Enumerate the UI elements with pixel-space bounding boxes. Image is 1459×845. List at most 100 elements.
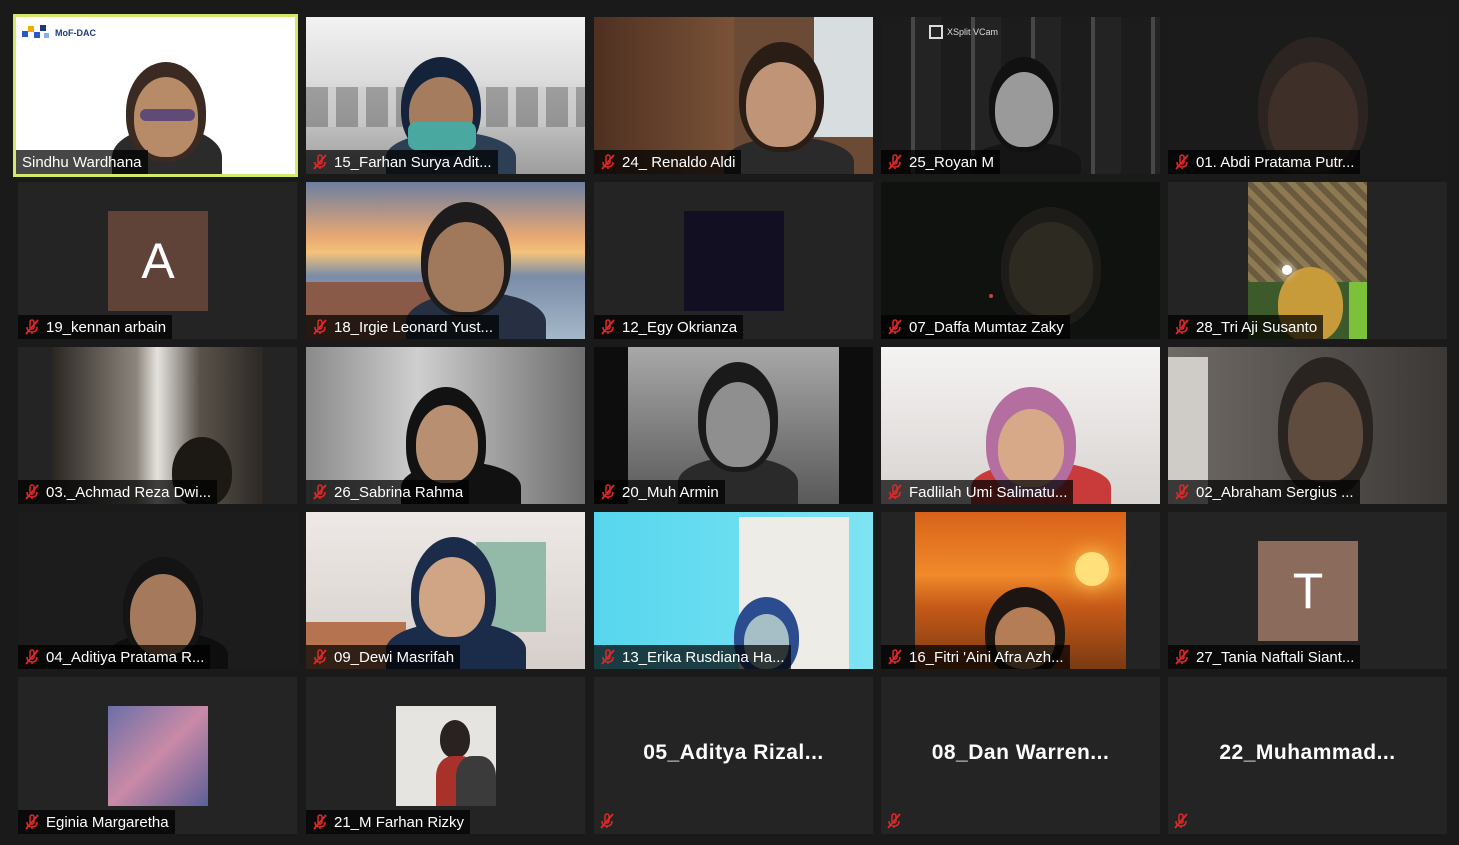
participant-namebar: 12_Egy Okrianza [594, 315, 744, 339]
participant-namebar: 07_Daffa Mumtaz Zaky [881, 315, 1070, 339]
participant-namebar: 20_Muh Armin [594, 480, 725, 504]
participant-tile[interactable]: 20_Muh Armin [594, 347, 873, 504]
participant-tile-sindhu[interactable]: MoF-DAC Sindhu Wardhana [13, 14, 298, 177]
participant-namebar: 09_Dewi Masrifah [306, 645, 461, 669]
participant-name: 20_Muh Armin [622, 483, 719, 501]
participant-tile[interactable]: 16_Fitri 'Aini Afra Azh... [881, 512, 1160, 669]
mic-muted-icon [1175, 484, 1189, 500]
avatar: T [1258, 541, 1358, 641]
mic-muted-icon [313, 154, 327, 170]
mic-muted-icon [25, 814, 39, 830]
mic-muted-icon [1175, 319, 1189, 335]
participant-tile[interactable]: 28_Tri Aji Susanto [1168, 182, 1447, 339]
participant-namebar: Fadlilah Umi Salimatu... [881, 480, 1074, 504]
avatar-letter: A [141, 233, 175, 289]
mic-muted-icon [601, 319, 615, 335]
avatar [396, 706, 496, 806]
participant-name: 02_Abraham Sergius ... [1196, 483, 1354, 501]
participant-name: 28_Tri Aji Susanto [1196, 318, 1318, 336]
mic-muted-icon [1175, 154, 1189, 170]
participant-tile[interactable]: A 19_kennan arbain [18, 182, 297, 339]
participant-name: 25_Royan M [909, 153, 995, 171]
participant-namebar: 18_Irgie Leonard Yust... [306, 315, 500, 339]
participant-name: 21_M Farhan Rizky [334, 813, 465, 831]
participant-name: 19_kennan arbain [46, 318, 167, 336]
participant-name: 26_Sabrina Rahma [334, 483, 464, 501]
participant-namebar: 15_Farhan Surya Adit... [306, 150, 498, 174]
mic-muted-icon [888, 484, 902, 500]
participant-namebar: 25_Royan M [881, 150, 1001, 174]
mic-muted-icon [25, 319, 39, 335]
participant-name: 27_Tania Naftali Siant... [1196, 648, 1355, 666]
mic-muted-icon [313, 484, 327, 500]
participant-tile[interactable]: 05_Aditya Rizal... [594, 677, 873, 834]
participant-name: 12_Egy Okrianza [622, 318, 738, 336]
participant-name: 09_Dewi Masrifah [334, 648, 455, 666]
avatar-letter: T [1292, 563, 1324, 619]
participant-tile[interactable]: 03._Achmad Reza Dwi... [18, 347, 297, 504]
participant-tile[interactable]: Eginia Margaretha [18, 677, 297, 834]
participant-tile[interactable]: 12_Egy Okrianza [594, 182, 873, 339]
participant-tile[interactable]: 02_Abraham Sergius ... [1168, 347, 1447, 504]
participant-tile[interactable]: 07_Daffa Mumtaz Zaky [881, 182, 1160, 339]
participant-name: Eginia Margaretha [46, 813, 169, 831]
participant-namebar: Sindhu Wardhana [16, 150, 148, 174]
participant-tile[interactable]: 15_Farhan Surya Adit... [306, 17, 585, 174]
participant-tile[interactable]: XSplit VCam 25_Royan M [881, 17, 1160, 174]
mic-muted-icon [888, 154, 902, 170]
avatar [108, 706, 208, 806]
participant-tile[interactable]: 24_ Renaldo Aldi [594, 17, 873, 174]
mic-muted-icon [313, 814, 327, 830]
mic-muted-icon [1175, 649, 1189, 665]
participant-tile[interactable]: 21_M Farhan Rizky [306, 677, 585, 834]
gallery-view: MoF-DAC Sindhu Wardhana 15_Farhan Surya … [0, 0, 1459, 845]
participant-tile[interactable]: 08_Dan Warren... [881, 677, 1160, 834]
xsplit-vcam-badge: XSplit VCam [929, 25, 998, 39]
mic-muted-icon [888, 319, 902, 335]
participant-name: 04_Aditiya Pratama R... [46, 648, 205, 666]
mic-muted-icon [313, 649, 327, 665]
participant-name: 16_Fitri 'Aini Afra Azh... [909, 648, 1064, 666]
participant-name: 01. Abdi Pratama Putr... [1196, 153, 1355, 171]
participant-name: Fadlilah Umi Salimatu... [909, 483, 1068, 501]
logo-text: MoF-DAC [55, 28, 96, 38]
participant-name: 07_Daffa Mumtaz Zaky [909, 318, 1064, 336]
mic-muted-icon [601, 649, 615, 665]
mic-muted-icon [25, 484, 39, 500]
participant-name: 24_ Renaldo Aldi [622, 153, 736, 171]
participant-tile[interactable]: 01. Abdi Pratama Putr... [1168, 17, 1447, 174]
mic-muted-icon [887, 813, 901, 829]
mic-muted-icon [888, 649, 902, 665]
participant-name: 03._Achmad Reza Dwi... [46, 483, 212, 501]
mic-muted-icon [601, 154, 615, 170]
participant-tile[interactable]: T 27_Tania Naftali Siant... [1168, 512, 1447, 669]
participant-namebar: 03._Achmad Reza Dwi... [18, 480, 218, 504]
mic-muted-icon [600, 813, 614, 829]
participant-namebar: 01. Abdi Pratama Putr... [1168, 150, 1361, 174]
participant-name-large: 22_Muhammad... [1219, 741, 1396, 764]
participant-tile[interactable]: 26_Sabrina Rahma [306, 347, 585, 504]
participant-namebar: 21_M Farhan Rizky [306, 810, 471, 834]
participant-tile[interactable]: 09_Dewi Masrifah [306, 512, 585, 669]
participant-tile[interactable]: 13_Erika Rusdiana Ha... [594, 512, 873, 669]
participant-namebar: 02_Abraham Sergius ... [1168, 480, 1360, 504]
participant-namebar: 24_ Renaldo Aldi [594, 150, 742, 174]
participant-name: 15_Farhan Surya Adit... [334, 153, 492, 171]
mic-muted-icon [601, 484, 615, 500]
mic-muted-icon [25, 649, 39, 665]
participant-name-large: 05_Aditya Rizal... [643, 741, 824, 764]
participant-namebar: 19_kennan arbain [18, 315, 173, 339]
participant-namebar: 28_Tri Aji Susanto [1168, 315, 1324, 339]
participant-tile[interactable]: Fadlilah Umi Salimatu... [881, 347, 1160, 504]
participant-tile[interactable]: 18_Irgie Leonard Yust... [306, 182, 585, 339]
participant-name: 13_Erika Rusdiana Ha... [622, 648, 785, 666]
participant-namebar: 16_Fitri 'Aini Afra Azh... [881, 645, 1070, 669]
participant-namebar: 13_Erika Rusdiana Ha... [594, 645, 791, 669]
overlay-text: XSplit VCam [947, 27, 999, 37]
mof-dac-logo: MoF-DAC [22, 23, 96, 43]
participant-tile[interactable]: 04_Aditiya Pratama R... [18, 512, 297, 669]
participant-namebar: 27_Tania Naftali Siant... [1168, 645, 1361, 669]
participant-namebar: 26_Sabrina Rahma [306, 480, 470, 504]
participant-tile[interactable]: 22_Muhammad... [1168, 677, 1447, 834]
participant-namebar: 04_Aditiya Pratama R... [18, 645, 211, 669]
